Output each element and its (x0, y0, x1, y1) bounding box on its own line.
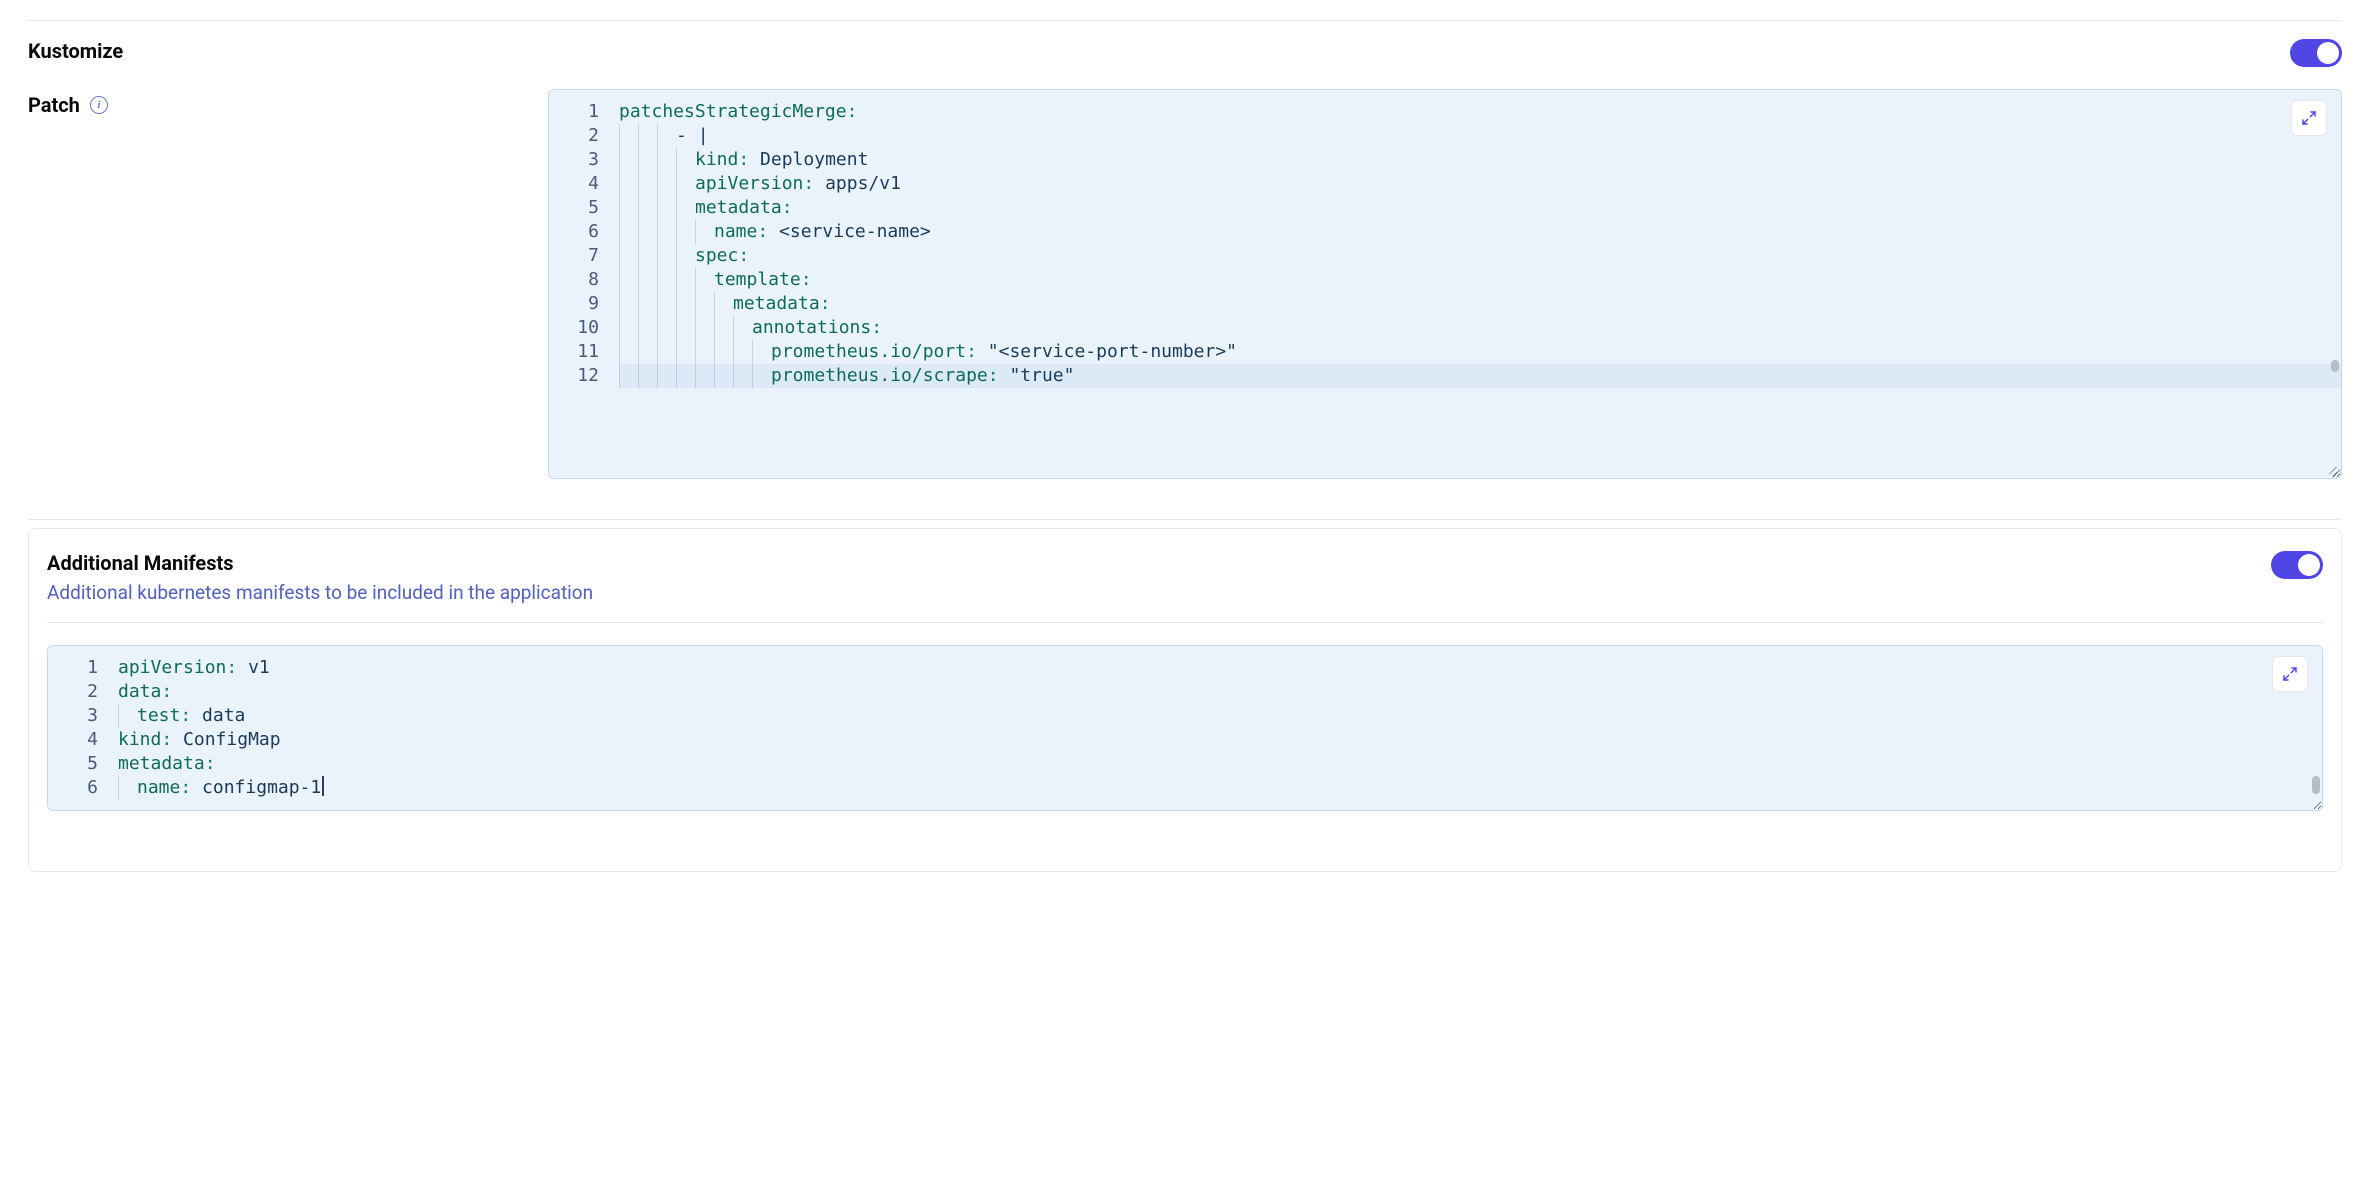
expand-button[interactable] (2272, 656, 2308, 692)
info-icon[interactable]: i (90, 96, 108, 114)
manifests-title: Additional Manifests (47, 551, 593, 575)
code-area: 123456789101112 patchesStrategicMerge:- … (549, 90, 2341, 398)
manifests-header: Additional Manifests Additional kubernet… (47, 551, 2323, 604)
code-line[interactable]: metadata: (118, 752, 2322, 776)
patch-label: Patch i (28, 93, 108, 117)
patch-row: Patch i 123456789101112 patchesStrategic… (28, 89, 2342, 479)
code-line[interactable]: apiVersion: v1 (118, 656, 2322, 680)
code-line[interactable]: metadata: (619, 196, 2341, 220)
expand-button[interactable] (2291, 100, 2327, 136)
code-line[interactable]: test: data (118, 704, 2322, 728)
divider (47, 622, 2323, 623)
line-gutter: 123456789101112 (549, 90, 609, 398)
code-lines[interactable]: apiVersion: v1data:test: datakind: Confi… (108, 646, 2322, 810)
expand-icon (2282, 666, 2298, 682)
code-line[interactable]: kind: Deployment (619, 148, 2341, 172)
kustomize-section: Kustomize Patch i 123456789101112 (28, 20, 2342, 520)
code-line[interactable]: name: <service-name> (619, 220, 2341, 244)
code-line[interactable]: prometheus.io/scrape: "true" (619, 364, 2341, 388)
manifests-header-text: Additional Manifests Additional kubernet… (47, 551, 593, 604)
code-line[interactable]: spec: (619, 244, 2341, 268)
kustomize-toggle[interactable] (2290, 39, 2342, 67)
code-line[interactable]: metadata: (619, 292, 2341, 316)
patch-label-col: Patch i (28, 89, 518, 117)
code-line[interactable]: apiVersion: apps/v1 (619, 172, 2341, 196)
line-gutter: 123456 (48, 646, 108, 810)
patch-editor[interactable]: 123456789101112 patchesStrategicMerge:- … (548, 89, 2342, 479)
kustomize-title: Kustomize (28, 39, 123, 63)
code-lines[interactable]: patchesStrategicMerge:- |kind: Deploymen… (609, 90, 2341, 398)
patch-editor-wrap: 123456789101112 patchesStrategicMerge:- … (548, 89, 2342, 479)
manifests-subtitle: Additional kubernetes manifests to be in… (47, 581, 593, 604)
code-line[interactable]: - | (619, 124, 2341, 148)
toggle-knob (2317, 42, 2339, 64)
resize-handle[interactable] (2324, 461, 2338, 475)
code-line[interactable]: prometheus.io/port: "<service-port-numbe… (619, 340, 2341, 364)
patch-label-text: Patch (28, 93, 80, 117)
expand-icon (2301, 110, 2317, 126)
code-line[interactable]: annotations: (619, 316, 2341, 340)
scrollbar-indicator[interactable] (2331, 360, 2339, 372)
code-line[interactable]: name: configmap-1 (118, 776, 2322, 800)
toggle-knob (2298, 554, 2320, 576)
code-line[interactable]: template: (619, 268, 2341, 292)
code-area: 123456 apiVersion: v1data:test: datakind… (48, 646, 2322, 810)
code-line[interactable]: kind: ConfigMap (118, 728, 2322, 752)
code-line[interactable]: data: (118, 680, 2322, 704)
code-line[interactable]: patchesStrategicMerge: (619, 100, 2341, 124)
scrollbar-indicator[interactable] (2312, 776, 2320, 794)
manifests-editor[interactable]: 123456 apiVersion: v1data:test: datakind… (47, 645, 2323, 811)
manifests-toggle[interactable] (2271, 551, 2323, 579)
kustomize-header: Kustomize (28, 39, 2342, 67)
manifests-card: Additional Manifests Additional kubernet… (28, 528, 2342, 872)
